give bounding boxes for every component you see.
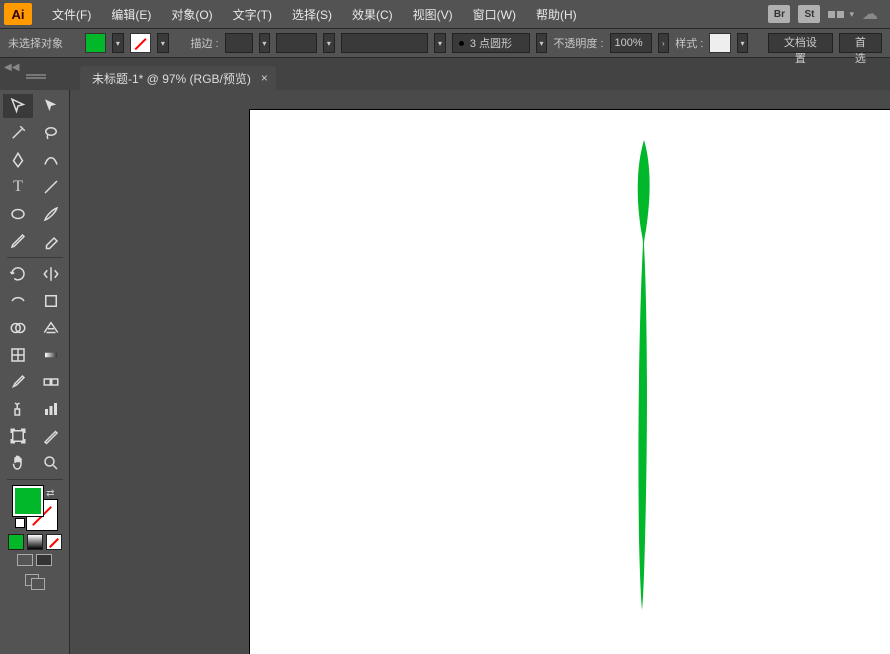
control-bar: 未选择对象 ▾ ▾ 描边 : ▾ ▾ ▾ 3 点圆形 ▾ 不透明度 : › 样式… xyxy=(0,28,890,58)
blend-tool[interactable] xyxy=(36,370,66,394)
app-logo: Ai xyxy=(4,3,32,25)
menu-edit[interactable]: 编辑(E) xyxy=(101,6,161,23)
opacity-input[interactable] xyxy=(610,33,652,53)
paintbrush-tool[interactable] xyxy=(36,202,66,226)
zoom-tool[interactable] xyxy=(36,451,66,475)
menubar: Ai 文件(F) 编辑(E) 对象(O) 文字(T) 选择(S) 效果(C) 视… xyxy=(0,0,890,28)
stroke-profile-dropdown[interactable]: ▾ xyxy=(323,33,335,53)
default-fill-stroke-icon[interactable] xyxy=(15,518,25,528)
screen-mode-normal[interactable] xyxy=(17,554,33,566)
hand-tool[interactable] xyxy=(3,451,33,475)
fill-dropdown[interactable]: ▾ xyxy=(112,33,124,53)
stroke-weight-input[interactable] xyxy=(225,33,253,53)
menu-view[interactable]: 视图(V) xyxy=(403,6,463,23)
menu-file[interactable]: 文件(F) xyxy=(42,6,101,23)
preferences-button[interactable]: 首选 xyxy=(839,33,882,53)
menu-window[interactable]: 窗口(W) xyxy=(463,6,526,23)
stroke-color-swatch[interactable] xyxy=(130,33,151,53)
draw-mode-icon[interactable] xyxy=(25,574,45,590)
eraser-tool[interactable] xyxy=(36,229,66,253)
type-tool[interactable]: T xyxy=(3,175,33,199)
color-mode-solid[interactable] xyxy=(8,534,24,550)
free-transform-tool[interactable] xyxy=(36,289,66,313)
width-tool[interactable] xyxy=(3,289,33,313)
brush-style-select[interactable]: 3 点圆形 xyxy=(452,33,530,53)
reflect-tool[interactable] xyxy=(36,262,66,286)
curvature-tool[interactable] xyxy=(36,148,66,172)
brush-style-label: 3 点圆形 xyxy=(470,35,512,51)
document-tab-bar: 未标题-1* @ 97% (RGB/预览) × xyxy=(0,58,890,90)
sync-icon[interactable]: ☁ xyxy=(862,4,878,24)
menu-type[interactable]: 文字(T) xyxy=(223,6,282,23)
document-setup-button[interactable]: 文档设置 xyxy=(768,33,833,53)
artwork-leaf-shape[interactable] xyxy=(632,140,656,610)
stroke-weight-dropdown[interactable]: ▾ xyxy=(259,33,271,53)
fill-swatch[interactable] xyxy=(13,486,43,516)
brush-dropdown[interactable]: ▾ xyxy=(434,33,446,53)
magic-wand-tool[interactable] xyxy=(3,121,33,145)
menu-effect[interactable]: 效果(C) xyxy=(342,6,403,23)
line-tool[interactable] xyxy=(36,175,66,199)
stroke-label: 描边 : xyxy=(190,35,218,51)
tools-panel: T ⇄ xyxy=(0,90,70,654)
artboard[interactable] xyxy=(250,110,890,654)
stroke-profile[interactable] xyxy=(276,33,317,53)
shape-builder-tool[interactable] xyxy=(3,316,33,340)
canvas-area[interactable] xyxy=(70,90,890,654)
document-tab[interactable]: 未标题-1* @ 97% (RGB/预览) × xyxy=(80,66,276,90)
fill-color-swatch[interactable] xyxy=(85,33,106,53)
document-tab-title: 未标题-1* @ 97% (RGB/预览) xyxy=(92,70,251,87)
selection-status: 未选择对象 xyxy=(8,35,63,51)
fill-stroke-indicator[interactable]: ⇄ xyxy=(13,486,57,530)
workspace-switcher[interactable]: ▾ xyxy=(828,9,854,20)
artboard-tool[interactable] xyxy=(3,424,33,448)
color-mode-none[interactable] xyxy=(46,534,62,550)
graphic-style-swatch[interactable] xyxy=(709,33,730,53)
panel-grip-icon[interactable] xyxy=(26,74,46,80)
rotate-tool[interactable] xyxy=(3,262,33,286)
symbol-sprayer-tool[interactable] xyxy=(3,397,33,421)
lasso-tool[interactable] xyxy=(36,121,66,145)
selection-tool[interactable] xyxy=(3,94,33,118)
color-mode-gradient[interactable] xyxy=(27,534,43,550)
panel-collapse-icon[interactable]: ◀◀ xyxy=(4,62,19,73)
direct-selection-tool[interactable] xyxy=(36,94,66,118)
column-graph-tool[interactable] xyxy=(36,397,66,421)
menu-object[interactable]: 对象(O) xyxy=(161,6,222,23)
swap-fill-stroke-icon[interactable]: ⇄ xyxy=(46,488,54,499)
brush-style-dropdown[interactable]: ▾ xyxy=(536,33,548,53)
mesh-tool[interactable] xyxy=(3,343,33,367)
eyedropper-tool[interactable] xyxy=(3,370,33,394)
gradient-tool[interactable] xyxy=(36,343,66,367)
ellipse-tool[interactable] xyxy=(3,202,33,226)
close-tab-icon[interactable]: × xyxy=(261,71,268,85)
menu-select[interactable]: 选择(S) xyxy=(282,6,342,23)
opacity-dropdown[interactable]: › xyxy=(658,33,670,53)
pencil-tool[interactable] xyxy=(3,229,33,253)
style-label: 样式 : xyxy=(675,35,703,51)
screen-mode-full[interactable] xyxy=(36,554,52,566)
stroke-dropdown[interactable]: ▾ xyxy=(157,33,169,53)
opacity-label: 不透明度 : xyxy=(553,35,603,51)
menu-help[interactable]: 帮助(H) xyxy=(526,6,587,23)
bridge-icon[interactable]: Br xyxy=(768,5,790,23)
pen-tool[interactable] xyxy=(3,148,33,172)
perspective-grid-tool[interactable] xyxy=(36,316,66,340)
graphic-style-dropdown[interactable]: ▾ xyxy=(737,33,749,53)
brush-definition[interactable] xyxy=(341,33,428,53)
slice-tool[interactable] xyxy=(36,424,66,448)
stock-icon[interactable]: St xyxy=(798,5,820,23)
